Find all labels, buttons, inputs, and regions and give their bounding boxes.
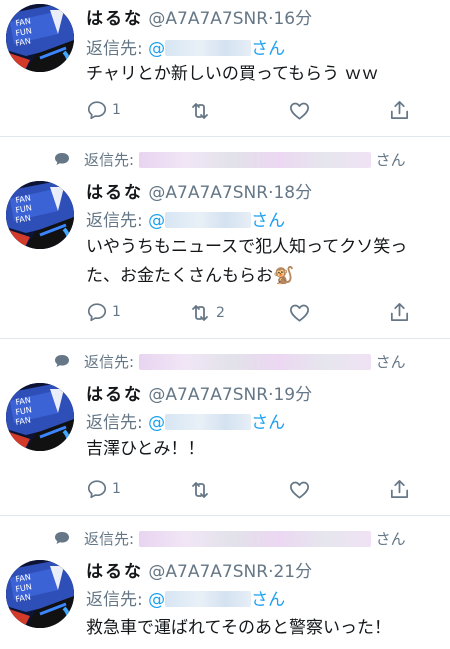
- tweet-actions: 1 2: [86, 301, 416, 329]
- timestamp[interactable]: 21分: [273, 562, 312, 582]
- redacted-names: [138, 531, 371, 547]
- tweet-text: いやうちもニュースで犯人知ってクソ笑った、お金たくさんもらお🐒: [86, 237, 408, 286]
- reply-count: 1: [112, 481, 121, 497]
- avatar[interactable]: [6, 560, 74, 628]
- retweet-icon: [188, 99, 212, 123]
- redacted-names: [138, 152, 371, 168]
- redacted-mention: [165, 591, 252, 607]
- tweet[interactable]: はるな @A7A7A7SNR·16分 返信先: @ さん チャリとか新しいの買って…: [0, 0, 450, 137]
- user-handle[interactable]: @A7A7A7SNR: [148, 562, 268, 582]
- tweet-actions: 1: [86, 99, 416, 127]
- avatar[interactable]: [6, 181, 74, 249]
- speech-bubble-icon: [54, 354, 70, 368]
- share-button[interactable]: [388, 99, 411, 122]
- thread-reply-label: 返信先: さん: [84, 530, 406, 548]
- retweet-button[interactable]: 2: [188, 301, 225, 325]
- share-icon: [388, 99, 411, 122]
- tweet-header: はるな @A7A7A7SNR·21分: [86, 557, 312, 582]
- reply-to-label: 返信先:: [86, 211, 143, 231]
- mention-link[interactable]: @ さん: [148, 211, 285, 231]
- user-name[interactable]: はるな: [86, 9, 143, 29]
- tweet-text: 救急車で運ばれてそのあと警察いった！: [86, 618, 391, 638]
- heart-icon: [288, 478, 311, 501]
- tweet-actions: 1: [86, 478, 416, 506]
- retweet-icon: [188, 478, 212, 502]
- thread-reply-label: 返信先: さん: [84, 151, 406, 169]
- mention-link[interactable]: @ さん: [148, 590, 285, 610]
- reply-to-line: 返信先: @ さん: [86, 585, 285, 610]
- user-name[interactable]: はるな: [86, 385, 143, 405]
- reply-button[interactable]: 1: [86, 99, 121, 121]
- timestamp[interactable]: 18分: [273, 183, 312, 203]
- timestamp[interactable]: 19分: [273, 385, 312, 405]
- user-handle[interactable]: @A7A7A7SNR: [148, 183, 268, 203]
- user-handle[interactable]: @A7A7A7SNR: [148, 9, 268, 29]
- reply-to-label: 返信先:: [86, 590, 143, 610]
- tweet-text: チャリとか新しいの買ってもらう ｗｗ: [86, 64, 379, 84]
- tweet[interactable]: 返信先: さん はるな @A7A7A7SNR·18分 返信先: @ さん いやうち…: [0, 137, 450, 339]
- reply-count: 1: [112, 102, 121, 118]
- heart-icon: [288, 99, 311, 122]
- reply-to-label: 返信先:: [86, 413, 143, 433]
- avatar[interactable]: [6, 4, 74, 72]
- speech-bubble-icon: [54, 531, 70, 545]
- tweet-header: はるな @A7A7A7SNR·18分: [86, 178, 312, 203]
- tweet-header: はるな @A7A7A7SNR·19分: [86, 380, 312, 405]
- user-name[interactable]: はるな: [86, 562, 143, 582]
- retweet-icon: [188, 301, 212, 325]
- reply-count: 1: [112, 304, 121, 320]
- reply-icon: [86, 99, 108, 121]
- reply-to-line: 返信先: @ さん: [86, 206, 285, 231]
- reply-icon: [86, 478, 108, 500]
- tweet[interactable]: 返信先: さん はるな @A7A7A7SNR·21分 返信先: @ さん 救急車で…: [0, 516, 450, 649]
- share-icon: [388, 478, 411, 501]
- heart-icon: [288, 301, 311, 324]
- tweet-text: 吉澤ひとみ！！: [86, 439, 205, 459]
- like-button[interactable]: [288, 301, 311, 324]
- tweet[interactable]: 返信先: さん はるな @A7A7A7SNR·19分 返信先: @ さん 吉澤ひと…: [0, 339, 450, 516]
- tweet-header: はるな @A7A7A7SNR·16分: [86, 4, 312, 29]
- mention-link[interactable]: @ さん: [148, 413, 285, 433]
- timestamp[interactable]: 16分: [273, 9, 312, 29]
- mention-link[interactable]: @ さん: [148, 39, 285, 59]
- reply-to-label: 返信先:: [86, 39, 143, 59]
- share-button[interactable]: [388, 478, 411, 501]
- reply-icon: [86, 301, 108, 323]
- reply-to-line: 返信先: @ さん: [86, 34, 285, 59]
- speech-bubble-icon: [54, 152, 70, 166]
- reply-to-line: 返信先: @ さん: [86, 408, 285, 433]
- retweet-button[interactable]: [188, 478, 216, 502]
- share-button[interactable]: [388, 301, 411, 324]
- thread-reply-label: 返信先: さん: [84, 353, 406, 371]
- user-handle[interactable]: @A7A7A7SNR: [148, 385, 268, 405]
- like-button[interactable]: [288, 478, 311, 501]
- reply-button[interactable]: 1: [86, 478, 121, 500]
- reply-button[interactable]: 1: [86, 301, 121, 323]
- like-button[interactable]: [288, 99, 311, 122]
- retweet-button[interactable]: [188, 99, 216, 123]
- redacted-mention: [165, 40, 252, 56]
- user-name[interactable]: はるな: [86, 183, 143, 203]
- redacted-names: [138, 354, 371, 370]
- retweet-count: 2: [216, 305, 225, 321]
- avatar[interactable]: [6, 383, 74, 451]
- redacted-mention: [165, 212, 252, 228]
- share-icon: [388, 301, 411, 324]
- redacted-mention: [165, 414, 252, 430]
